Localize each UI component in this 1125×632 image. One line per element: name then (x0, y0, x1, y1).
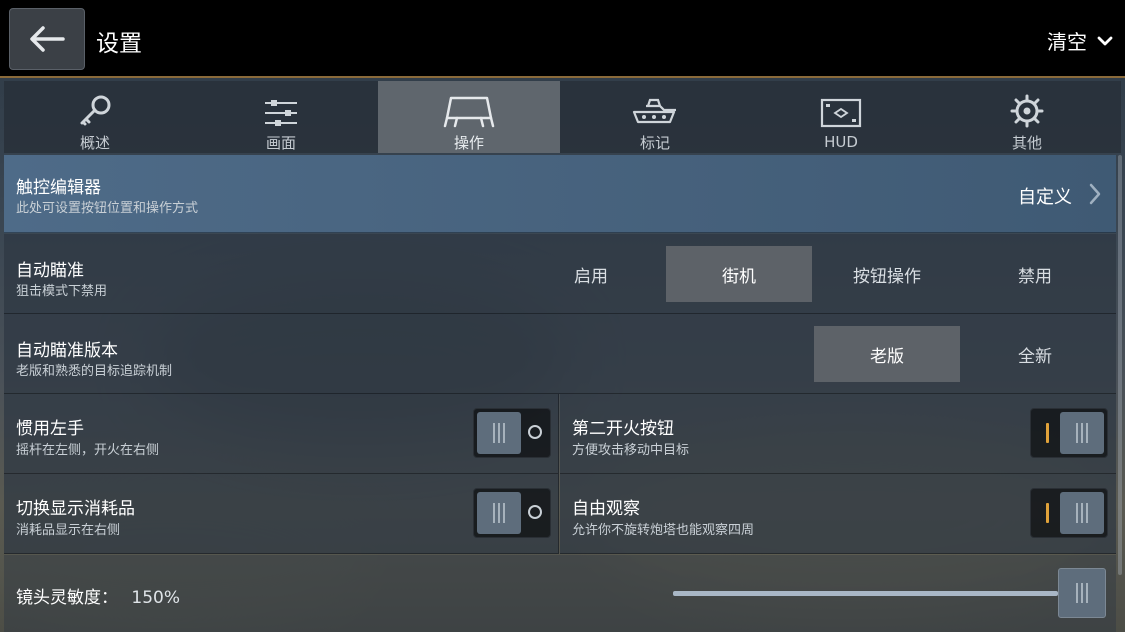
camera-sensitivity-title: 镜头灵敏度： (16, 588, 118, 608)
toggle-knob (1060, 412, 1104, 454)
grip-icon (493, 423, 505, 443)
grip-icon (493, 503, 505, 523)
auto-aim-option-enable[interactable]: 启用 (518, 246, 664, 302)
back-button[interactable] (9, 8, 85, 70)
show-consumables-subtitle: 消耗品显示在右侧 (16, 523, 121, 538)
top-bar: 设置 清空 (0, 0, 1125, 78)
off-indicator-icon (528, 425, 542, 439)
second-fire-title: 第二开火按钮 (572, 419, 674, 439)
auto-aim-subtitle: 狙击模式下禁用 (16, 284, 108, 299)
auto-aim-version-option-new[interactable]: 全新 (962, 326, 1108, 382)
camera-sensitivity-row: 镜头灵敏度： 150% (4, 555, 1116, 632)
left-hand-title: 惯用左手 (16, 419, 84, 439)
show-consumables-title: 切换显示消耗品 (16, 499, 135, 519)
tab-controls[interactable]: 操作 (378, 81, 560, 153)
auto-aim-option-button[interactable]: 按钮操作 (814, 246, 960, 302)
show-consumables-toggle[interactable] (473, 488, 551, 538)
grip-icon (1076, 583, 1088, 603)
camera-sensitivity-value: 150% (131, 588, 181, 608)
grip-icon (1076, 423, 1088, 443)
free-look-row: 自由观察 允许你不旋转炮塔也能观察四周 (560, 474, 1116, 554)
slider-track[interactable] (673, 591, 1058, 596)
camera-sensitivity-label: 镜头灵敏度： 150% (16, 583, 180, 608)
auto-aim-title: 自动瞄准 (16, 261, 84, 281)
chevron-right-icon (1089, 183, 1101, 205)
tab-label: 操作 (453, 134, 484, 152)
auto-aim-version-option-old[interactable]: 老版 (814, 326, 960, 382)
left-hand-row: 惯用左手 摇杆在左侧，开火在右侧 (4, 394, 559, 474)
free-look-subtitle: 允许你不旋转炮塔也能观察四周 (572, 523, 755, 538)
off-indicator-icon (528, 505, 542, 519)
touch-editor-row[interactable]: 触控编辑器 此处可设置按钮位置和操作方式 自定义 (4, 155, 1116, 233)
second-fire-subtitle: 方便攻击移动中目标 (572, 443, 690, 458)
chevron-down-icon (1097, 36, 1113, 45)
tab-label: 画面 (265, 134, 296, 152)
tab-overview[interactable]: 概述 (4, 81, 186, 153)
auto-aim-version-title: 自动瞄准版本 (16, 341, 118, 361)
on-indicator-icon (1046, 503, 1049, 523)
clear-label: 清空 (1047, 30, 1087, 54)
toggle-knob (1060, 492, 1104, 534)
auto-aim-row: 自动瞄准 狙击模式下禁用 启用 街机 按钮操作 禁用 (4, 234, 1116, 314)
slider-handle[interactable] (1058, 568, 1106, 618)
tab-label: HUD (824, 133, 858, 151)
toggle-knob (477, 492, 521, 534)
toggle-knob (477, 412, 521, 454)
tab-other[interactable]: 其他 (936, 81, 1118, 153)
settings-tabs: 概述 画面 操作 标记 HUD 其他 (4, 81, 1121, 153)
gear-icon (1010, 94, 1044, 128)
arrow-left-icon (30, 26, 65, 52)
tab-markers[interactable]: 标记 (564, 81, 746, 153)
touch-editor-value: 自定义 (1018, 187, 1072, 208)
free-look-toggle[interactable] (1030, 488, 1108, 538)
second-fire-row: 第二开火按钮 方便攻击移动中目标 (560, 394, 1116, 474)
show-consumables-row: 切换显示消耗品 消耗品显示在右侧 (4, 474, 559, 554)
auto-aim-option-disable[interactable]: 禁用 (962, 246, 1108, 302)
key-icon (80, 95, 111, 126)
touch-editor-subtitle: 此处可设置按钮位置和操作方式 (16, 201, 199, 216)
scrollbar[interactable] (1118, 155, 1122, 575)
tab-label: 其他 (1011, 134, 1042, 152)
auto-aim-version-subtitle: 老版和熟悉的目标追踪机制 (16, 364, 173, 379)
second-fire-toggle[interactable] (1030, 408, 1108, 458)
tab-graphics[interactable]: 画面 (190, 81, 372, 153)
tank-icon (632, 98, 676, 124)
auto-aim-option-arcade[interactable]: 街机 (666, 246, 812, 302)
sliders-icon (265, 100, 297, 126)
touch-editor-title: 触控编辑器 (16, 178, 101, 198)
tab-hud[interactable]: HUD (750, 81, 932, 153)
on-indicator-icon (1046, 423, 1049, 443)
page-title: 设置 (96, 31, 142, 57)
grip-icon (1076, 503, 1088, 523)
hud-icon (820, 98, 862, 128)
left-hand-subtitle: 摇杆在左侧，开火在右侧 (16, 443, 160, 458)
left-hand-toggle[interactable] (473, 408, 551, 458)
controller-icon (443, 96, 495, 128)
tab-label: 标记 (639, 134, 670, 152)
auto-aim-version-row: 自动瞄准版本 老版和熟悉的目标追踪机制 老版 全新 (4, 314, 1116, 394)
free-look-title: 自由观察 (572, 499, 640, 519)
tab-label: 概述 (79, 134, 110, 152)
clear-dropdown[interactable]: 清空 (1047, 26, 1113, 55)
